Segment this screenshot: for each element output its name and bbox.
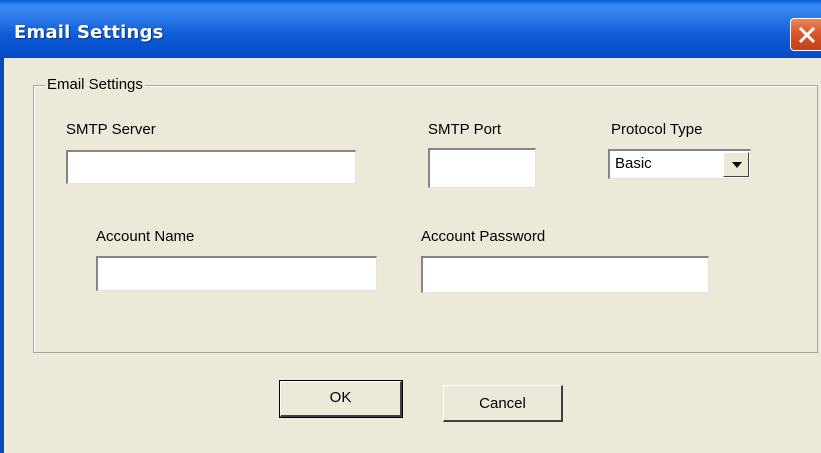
group-caption: Email Settings <box>45 76 145 94</box>
account-name-label: Account Name <box>96 228 195 245</box>
account-password-label: Account Password <box>421 228 546 245</box>
smtp-port-input[interactable] <box>428 148 536 188</box>
account-password-input[interactable] <box>421 256 709 293</box>
smtp-port-label: SMTP Port <box>428 121 502 138</box>
window-left-border <box>0 58 4 453</box>
protocol-type-select[interactable]: Basic <box>608 149 751 179</box>
protocol-type-label: Protocol Type <box>611 121 703 138</box>
protocol-type-dropdown-button[interactable] <box>723 152 749 177</box>
title-bar[interactable]: Email Settings <box>0 0 821 58</box>
smtp-server-label: SMTP Server <box>66 121 156 138</box>
account-name-input[interactable] <box>96 256 377 291</box>
protocol-type-value: Basic <box>615 155 652 172</box>
smtp-server-input[interactable] <box>66 150 356 184</box>
close-button[interactable] <box>790 18 821 51</box>
email-settings-dialog: Email Settings Email Settings SMTP Serve… <box>0 0 821 453</box>
ok-button[interactable]: OK <box>279 380 403 418</box>
chevron-down-icon <box>732 162 742 168</box>
cancel-button-label: Cancel <box>479 395 526 412</box>
ok-button-label: OK <box>329 389 352 406</box>
close-icon <box>798 26 816 44</box>
window-title: Email Settings <box>14 22 164 43</box>
cancel-button[interactable]: Cancel <box>443 385 563 422</box>
